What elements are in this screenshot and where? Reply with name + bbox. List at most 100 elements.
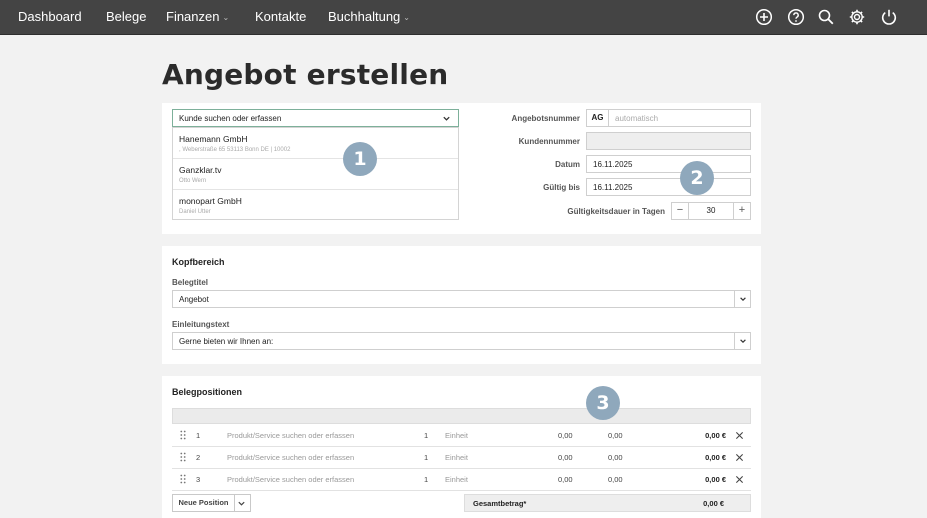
row-number: 2 bbox=[196, 453, 201, 462]
product-search-input[interactable]: Produkt/Service suchen oder erfassen bbox=[227, 431, 354, 440]
increment-button[interactable]: + bbox=[733, 202, 751, 220]
valid-until-value: 16.11.2025 bbox=[593, 183, 633, 192]
customer-number-label: Kundennummer bbox=[518, 137, 580, 146]
customer-search-combobox[interactable]: Kunde suchen oder erfassen bbox=[172, 109, 459, 127]
valid-until-field[interactable]: 16.11.2025 bbox=[586, 178, 751, 196]
chevron-down-icon[interactable] bbox=[237, 499, 246, 508]
price-input[interactable]: 0,00 bbox=[558, 431, 573, 440]
table-row: 2 Produkt/Service suchen oder erfassen 1… bbox=[172, 447, 751, 469]
customer-result-item[interactable]: Hanemann GmbH , Weberstraße 65 53113 Bon… bbox=[173, 128, 458, 159]
chevron-down-icon bbox=[740, 297, 746, 302]
date-value: 16.11.2025 bbox=[593, 160, 633, 169]
customer-result-detail: Daniel Utter bbox=[179, 209, 211, 215]
unit-input[interactable]: Einheit bbox=[445, 431, 468, 440]
valid-until-label: Gültig bis bbox=[543, 183, 580, 192]
unit-input[interactable]: Einheit bbox=[445, 475, 468, 484]
date-label: Datum bbox=[555, 160, 580, 169]
nav-item-label: Kontakte bbox=[255, 9, 307, 24]
product-search-input[interactable]: Produkt/Service suchen oder erfassen bbox=[227, 475, 354, 484]
drag-handle-icon[interactable] bbox=[180, 474, 186, 484]
search-icon[interactable] bbox=[817, 8, 835, 26]
row-total: 0,00 € bbox=[705, 475, 726, 484]
price-input[interactable]: 0,00 bbox=[558, 475, 573, 484]
offer-number-label: Angebotsnummer bbox=[511, 114, 580, 123]
nav-item-label: Buchhaltung bbox=[328, 9, 401, 24]
quantity-input[interactable]: 1 bbox=[424, 453, 428, 462]
nav-item-dashboard[interactable]: Dashboard bbox=[18, 9, 82, 24]
belegtitel-value: Angebot bbox=[179, 295, 209, 304]
close-icon[interactable] bbox=[735, 453, 744, 462]
table-row: 1 Produkt/Service suchen oder erfassen 1… bbox=[172, 425, 751, 447]
help-circle-icon[interactable] bbox=[787, 8, 805, 26]
kopfbereich-card: Kopfbereich Belegtitel Angebot Einleitun… bbox=[162, 246, 761, 364]
einleitungstext-dropdown-button[interactable] bbox=[734, 333, 750, 349]
customer-result-name: Hanemann GmbH bbox=[179, 134, 248, 144]
new-position-label: Neue Position bbox=[173, 495, 235, 511]
top-navigation: Dashboard Belege Finanzen ⌄ Kontakte Buch… bbox=[0, 0, 927, 35]
unit-input[interactable]: Einheit bbox=[445, 453, 468, 462]
nav-item-label: Dashboard bbox=[18, 9, 82, 24]
table-row: 3 Produkt/Service suchen oder erfassen 1… bbox=[172, 469, 751, 491]
offer-number-prefix: AG bbox=[587, 110, 609, 126]
row-number: 3 bbox=[196, 475, 201, 484]
nav-item-buchhaltung[interactable]: Buchhaltung ⌄ bbox=[328, 9, 410, 24]
discount-input[interactable]: 0,00 bbox=[608, 431, 623, 440]
power-icon[interactable] bbox=[880, 8, 898, 26]
belegtitel-select[interactable]: Angebot bbox=[172, 290, 751, 308]
validity-days-value[interactable]: 30 bbox=[689, 202, 733, 220]
einleitungstext-label: Einleitungstext bbox=[172, 320, 230, 329]
price-input[interactable]: 0,00 bbox=[558, 453, 573, 462]
einleitungstext-select[interactable]: Gerne bieten wir Ihnen an: bbox=[172, 332, 751, 350]
row-number: 1 bbox=[196, 431, 201, 440]
plus-circle-icon[interactable] bbox=[755, 8, 773, 26]
chevron-down-icon: ⌄ bbox=[403, 13, 410, 22]
drag-handle-icon[interactable] bbox=[180, 430, 186, 440]
customer-result-item[interactable]: monopart GmbH Daniel Utter bbox=[173, 190, 458, 221]
positions-table-header bbox=[172, 408, 751, 424]
quantity-input[interactable]: 1 bbox=[424, 431, 428, 440]
nav-item-belege[interactable]: Belege bbox=[106, 9, 146, 24]
row-total: 0,00 € bbox=[705, 453, 726, 462]
total-value: 0,00 € bbox=[703, 499, 724, 508]
customer-results-dropdown: Hanemann GmbH , Weberstraße 65 53113 Bon… bbox=[172, 127, 459, 220]
belegtitel-label: Belegtitel bbox=[172, 278, 209, 287]
chevron-down-icon: ⌄ bbox=[222, 13, 230, 22]
nav-item-finanzen[interactable]: Finanzen ⌄ bbox=[166, 9, 229, 24]
offer-number-field[interactable]: AG automatisch bbox=[586, 109, 751, 127]
step-badge-3: 3 bbox=[586, 386, 620, 420]
discount-input[interactable]: 0,00 bbox=[608, 453, 623, 462]
customer-result-detail: Otto Wern bbox=[179, 178, 207, 184]
customer-result-name: Ganzklar.tv bbox=[179, 165, 222, 175]
row-total: 0,00 € bbox=[705, 431, 726, 440]
belegtitel-dropdown-button[interactable] bbox=[734, 291, 750, 307]
kopfbereich-heading: Kopfbereich bbox=[172, 257, 225, 267]
date-field[interactable]: 16.11.2025 bbox=[586, 155, 751, 173]
new-position-button[interactable]: Neue Position bbox=[172, 494, 251, 512]
gear-icon[interactable] bbox=[848, 8, 866, 26]
nav-item-kontakte[interactable]: Kontakte bbox=[255, 9, 306, 24]
positions-heading: Belegpositionen bbox=[172, 387, 243, 397]
customer-result-name: monopart GmbH bbox=[179, 196, 242, 206]
customer-result-item[interactable]: Ganzklar.tv Otto Wern bbox=[173, 159, 458, 190]
customer-number-field bbox=[586, 132, 751, 150]
product-search-input[interactable]: Produkt/Service suchen oder erfassen bbox=[227, 453, 354, 462]
einleitungstext-value: Gerne bieten wir Ihnen an: bbox=[179, 337, 274, 346]
validity-days-stepper: − 30 + bbox=[671, 202, 751, 220]
offer-header-card: Kunde suchen oder erfassen Hanemann GmbH… bbox=[162, 103, 761, 234]
quantity-input[interactable]: 1 bbox=[424, 475, 428, 484]
drag-handle-icon[interactable] bbox=[180, 452, 186, 462]
total-summary: Gesamtbetrag* 0,00 € bbox=[464, 494, 751, 512]
step-badge-1: 1 bbox=[343, 142, 377, 176]
close-icon[interactable] bbox=[735, 475, 744, 484]
validity-days-label: Gültigkeitsdauer in Tagen bbox=[567, 207, 665, 216]
close-icon[interactable] bbox=[735, 431, 744, 440]
step-badge-2: 2 bbox=[680, 161, 714, 195]
discount-input[interactable]: 0,00 bbox=[608, 475, 623, 484]
total-label: Gesamtbetrag* bbox=[473, 499, 527, 508]
decrement-button[interactable]: − bbox=[671, 202, 689, 220]
offer-number-placeholder: automatisch bbox=[615, 114, 659, 123]
nav-item-label: Belege bbox=[106, 9, 147, 24]
chevron-down-icon bbox=[740, 339, 746, 344]
customer-result-detail: , Weberstraße 65 53113 Bonn DE | 10002 bbox=[179, 147, 291, 153]
chevron-down-icon bbox=[443, 116, 450, 121]
